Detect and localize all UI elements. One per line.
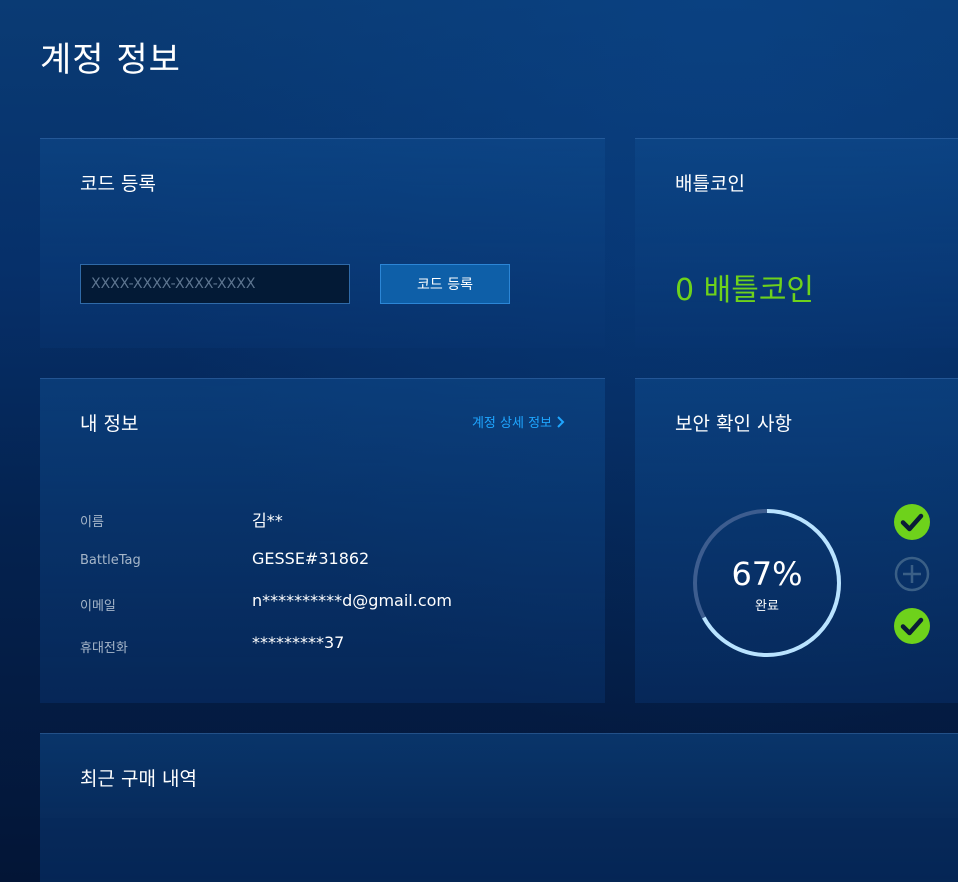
info-label: 휴대전화 <box>80 641 128 656</box>
code-register-button[interactable]: 코드 등록 <box>380 264 510 304</box>
info-value: 김** <box>252 511 283 530</box>
security-title: 보안 확인 사항 <box>675 413 792 435</box>
code-register-panel: 코드 등록 코드 등록 <box>40 138 605 348</box>
recent-purchases-panel: 최근 구매 내역 <box>40 733 958 882</box>
account-detail-link-label: 계정 상세 정보 <box>471 416 552 431</box>
page-title: 계정 정보 <box>40 40 181 80</box>
info-label: BattleTag <box>80 553 141 568</box>
plus-circle-icon[interactable] <box>894 556 930 592</box>
info-row-name: 이름 김** <box>80 507 560 531</box>
my-info-panel: 내 정보 계정 상세 정보 이름 김** BattleTag GESSE#318… <box>40 378 605 703</box>
code-input[interactable] <box>80 264 350 304</box>
check-circle-icon <box>894 608 930 644</box>
security-panel: 보안 확인 사항 67% 완료 <box>635 378 958 703</box>
security-percent-label: 완료 <box>755 599 779 614</box>
recent-purchases-list <box>40 818 958 882</box>
info-label: 이름 <box>80 515 104 530</box>
battlecoin-amount: 0 배틀코인 <box>675 273 815 308</box>
recent-purchases-title: 최근 구매 내역 <box>80 768 197 790</box>
battlecoin-panel: 배틀코인 0 배틀코인 <box>635 138 958 348</box>
info-label: 이메일 <box>80 599 116 614</box>
info-value: GESSE#31862 <box>252 549 370 568</box>
info-row-battletag: BattleTag GESSE#31862 <box>80 549 560 573</box>
chevron-right-icon <box>557 415 565 428</box>
battlecoin-title: 배틀코인 <box>675 173 745 195</box>
my-info-title: 내 정보 <box>80 413 139 435</box>
info-row-phone: 휴대전화 *********37 <box>80 633 560 657</box>
check-circle-icon <box>894 504 930 540</box>
info-value: n**********d@gmail.com <box>252 591 452 610</box>
account-detail-link[interactable]: 계정 상세 정보 <box>472 412 565 431</box>
code-register-title: 코드 등록 <box>80 173 156 195</box>
security-percent: 67% <box>731 555 803 593</box>
info-value: *********37 <box>252 633 345 652</box>
info-row-email: 이메일 n**********d@gmail.com <box>80 591 560 615</box>
